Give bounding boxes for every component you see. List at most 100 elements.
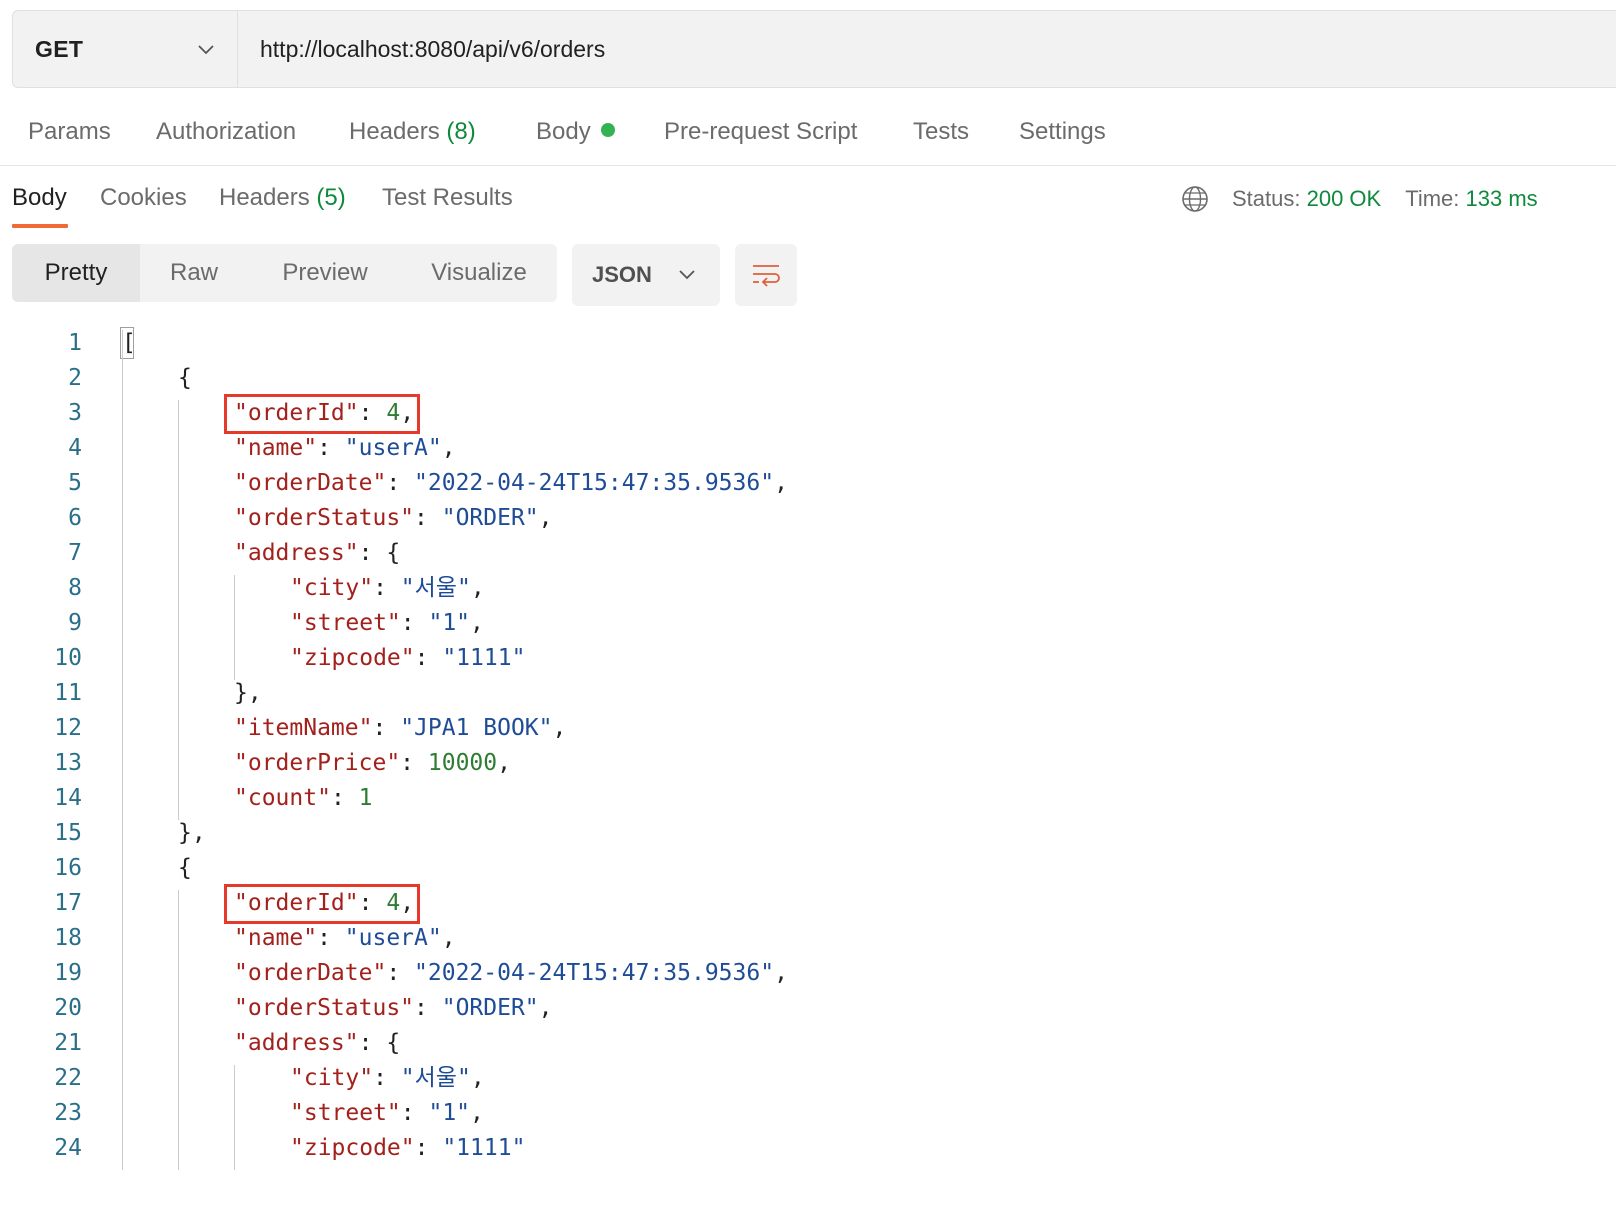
response-body-code[interactable]: 1[2{3 "orderId": 4, 4 "name": "userA", 5 "ord… <box>0 326 1616 1208</box>
line-number: 20 <box>54 995 82 1021</box>
line-number: 7 <box>68 540 82 566</box>
line-number: 2 <box>68 365 82 391</box>
response-tab-test-results[interactable]: Test Results <box>382 184 513 212</box>
line-number: 10 <box>54 645 82 671</box>
json-punctuation: , <box>538 505 553 531</box>
tab-pre-request-script[interactable]: Pre-request Script <box>664 118 857 146</box>
json-punctuation: : { <box>358 540 401 566</box>
method-select[interactable]: GET <box>13 11 238 87</box>
language-select[interactable]: JSON <box>572 244 720 306</box>
status-value: 200 OK <box>1306 186 1382 211</box>
json-punctuation: : <box>317 925 345 951</box>
json-string: "1111" <box>442 1135 526 1161</box>
code-line: 18 "name": "userA", <box>0 921 1616 956</box>
json-punctuation: [ <box>122 330 136 356</box>
json-key: "city" <box>290 575 374 601</box>
json-punctuation: }, <box>178 820 206 846</box>
line-number: 17 <box>54 890 82 916</box>
json-key: "name" <box>234 925 318 951</box>
tab-authorization[interactable]: Authorization <box>156 118 296 146</box>
format-visualize-button[interactable]: Visualize <box>420 244 538 302</box>
highlight-box <box>224 394 420 434</box>
format-preview-button[interactable]: Preview <box>270 244 380 302</box>
response-tab-cookies[interactable]: Cookies <box>100 184 187 212</box>
json-key: "orderPrice" <box>234 750 401 776</box>
code-line: 10 "zipcode": "1111" <box>0 641 1616 676</box>
json-punctuation: , <box>470 610 484 636</box>
globe-icon[interactable] <box>1180 184 1210 214</box>
code-line: 21 "address": { <box>0 1026 1616 1061</box>
json-key: "orderDate" <box>234 960 387 986</box>
json-punctuation: , <box>497 750 511 776</box>
json-punctuation: : { <box>358 1030 401 1056</box>
json-key: "street" <box>290 1100 401 1126</box>
json-string: "2022-04-24T15:47:35.9536" <box>414 960 775 986</box>
tab-settings[interactable]: Settings <box>1019 118 1106 146</box>
time-label: Time: <box>1405 186 1460 211</box>
code-text: }, <box>178 816 206 851</box>
line-number: 13 <box>54 750 82 776</box>
url-input[interactable]: http://localhost:8080/api/v6/orders <box>238 11 1616 87</box>
line-number: 4 <box>68 435 82 461</box>
tab-body[interactable]: Body <box>536 118 615 146</box>
line-number: 23 <box>54 1100 82 1126</box>
method-label: GET <box>35 35 84 62</box>
line-number: 12 <box>54 715 82 741</box>
code-text: [ <box>122 326 136 361</box>
tab-headers[interactable]: Headers (8) <box>349 118 476 146</box>
json-punctuation: , <box>470 575 485 601</box>
wrap-lines-button[interactable] <box>735 244 797 306</box>
code-line: 2{ <box>0 361 1616 396</box>
line-number: 21 <box>54 1030 82 1056</box>
format-pretty-button[interactable]: Pretty <box>12 244 140 302</box>
code-text: }, <box>234 676 262 711</box>
line-number: 18 <box>54 925 82 951</box>
code-line: 11}, <box>0 676 1616 711</box>
tab-body-label: Body <box>536 118 591 145</box>
json-punctuation: : <box>414 505 442 531</box>
json-string: "서울" <box>400 1065 471 1091</box>
indent-guide <box>234 1065 235 1170</box>
code-text: { <box>178 851 192 886</box>
format-raw-button[interactable]: Raw <box>154 244 234 302</box>
json-key: "city" <box>290 1065 374 1091</box>
json-string: "1" <box>428 1100 471 1126</box>
json-punctuation: , <box>441 925 456 951</box>
chevron-down-icon <box>198 45 214 55</box>
json-punctuation: : <box>400 1100 429 1126</box>
code-line: 9 "street": "1", <box>0 606 1616 641</box>
tab-tests[interactable]: Tests <box>913 118 969 146</box>
json-key: "address" <box>234 540 359 566</box>
code-text: "orderStatus": "ORDER", <box>234 991 553 1026</box>
json-key: "name" <box>234 435 318 461</box>
indent-guide <box>178 400 179 820</box>
json-key: "zipcode" <box>290 1135 415 1161</box>
json-punctuation: : <box>414 995 442 1021</box>
line-number: 14 <box>54 785 82 811</box>
json-punctuation: : <box>414 645 443 671</box>
code-text: "city": "서울", <box>290 1061 485 1096</box>
json-key: "zipcode" <box>290 645 415 671</box>
json-key: "itemName" <box>234 715 373 741</box>
code-text: "zipcode": "1111" <box>290 1131 525 1166</box>
body-indicator-dot <box>600 123 615 137</box>
language-select-value: JSON <box>592 262 652 287</box>
highlight-box <box>224 884 420 924</box>
tab-params[interactable]: Params <box>28 118 111 146</box>
code-text: "count": 1 <box>234 781 373 816</box>
json-punctuation: : <box>330 785 359 811</box>
line-number: 9 <box>68 610 82 636</box>
line-number: 3 <box>68 400 82 426</box>
json-string: "userA" <box>344 925 442 951</box>
tab-headers-count: (8) <box>446 118 476 145</box>
response-tab-headers[interactable]: Headers (5) <box>219 184 346 212</box>
response-tab-body[interactable]: Body <box>12 184 67 212</box>
request-url-bar: GET http://localhost:8080/api/v6/orders <box>12 10 1616 88</box>
json-string: "userA" <box>344 435 442 461</box>
code-text: "street": "1", <box>290 606 484 641</box>
line-number: 6 <box>68 505 82 531</box>
text-wrap-icon <box>753 265 780 287</box>
code-line: 4 "name": "userA", <box>0 431 1616 466</box>
json-punctuation: : <box>373 575 401 601</box>
code-text: "orderDate": "2022-04-24T15:47:35.9536", <box>234 956 788 991</box>
